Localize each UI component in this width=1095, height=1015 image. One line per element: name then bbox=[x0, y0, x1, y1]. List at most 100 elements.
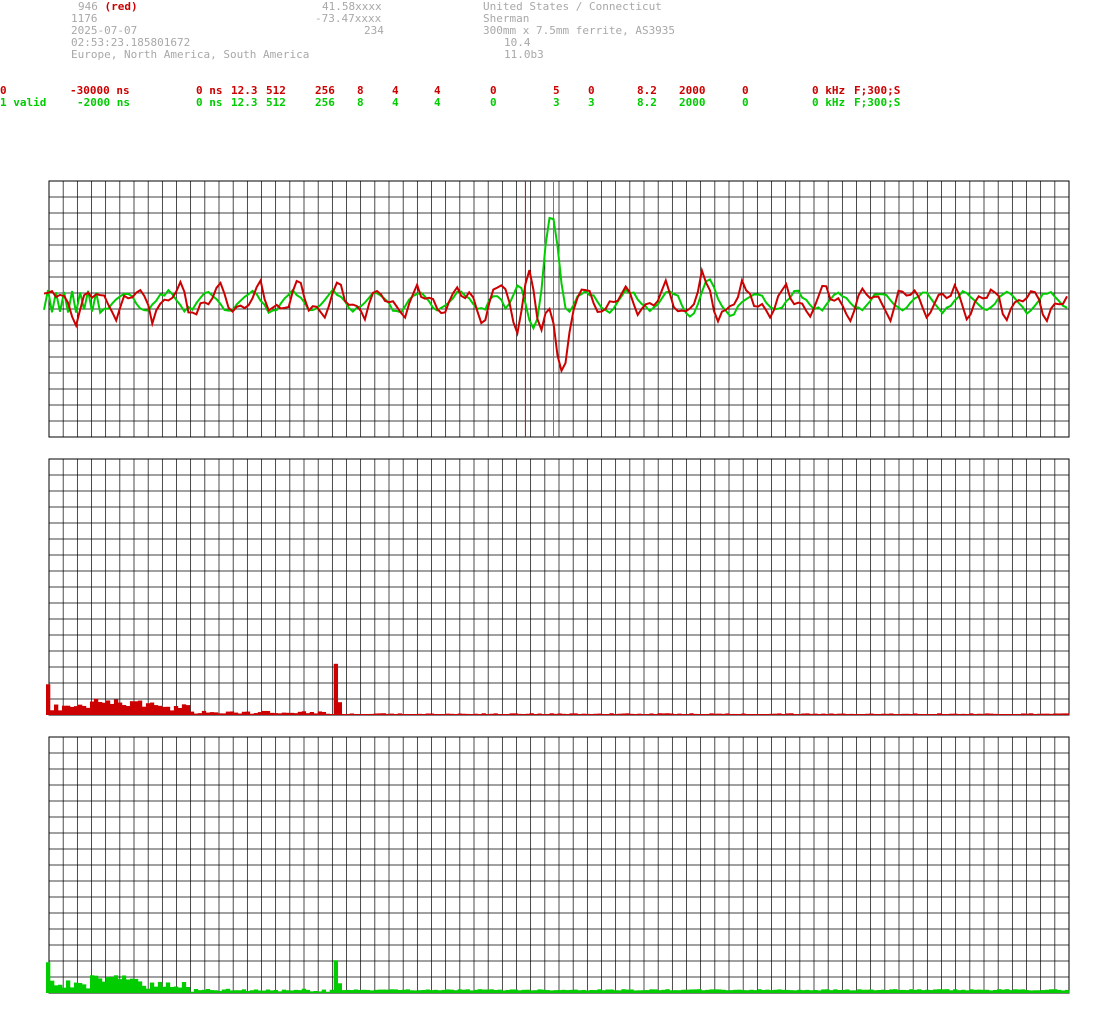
bar bbox=[673, 990, 678, 993]
bar bbox=[713, 713, 718, 715]
bar bbox=[601, 714, 606, 715]
bar bbox=[861, 714, 866, 715]
bar bbox=[477, 714, 482, 715]
bar bbox=[233, 712, 239, 715]
bar bbox=[557, 990, 562, 993]
bar bbox=[465, 989, 470, 993]
bar bbox=[393, 714, 398, 715]
bar bbox=[709, 989, 714, 993]
bar bbox=[845, 714, 850, 715]
bar bbox=[453, 990, 458, 993]
bar bbox=[101, 981, 107, 993]
bar bbox=[661, 713, 666, 715]
bar bbox=[973, 714, 978, 715]
bar bbox=[209, 990, 215, 993]
bar bbox=[53, 985, 59, 993]
bar bbox=[405, 714, 410, 715]
bar bbox=[853, 714, 858, 715]
bar bbox=[46, 684, 51, 715]
bar bbox=[897, 989, 902, 993]
bar bbox=[397, 713, 402, 715]
bar bbox=[485, 714, 490, 715]
bar bbox=[277, 713, 283, 715]
bar bbox=[781, 989, 786, 993]
bar bbox=[193, 713, 199, 715]
bar bbox=[69, 706, 75, 715]
bar bbox=[161, 706, 167, 715]
bar bbox=[1001, 714, 1006, 715]
bar bbox=[1065, 989, 1070, 993]
bar bbox=[901, 713, 906, 715]
bar bbox=[349, 713, 354, 715]
bar bbox=[681, 714, 686, 715]
bar bbox=[133, 978, 139, 993]
bar bbox=[493, 989, 498, 993]
bar bbox=[249, 713, 255, 715]
bar bbox=[669, 990, 674, 993]
bar bbox=[497, 989, 502, 993]
bar bbox=[821, 713, 826, 715]
bar bbox=[441, 714, 446, 715]
bar bbox=[341, 990, 347, 993]
bar bbox=[281, 989, 287, 993]
bar bbox=[961, 713, 966, 715]
bar bbox=[657, 713, 662, 715]
bar bbox=[569, 989, 574, 993]
bar bbox=[845, 989, 850, 993]
bar bbox=[369, 990, 374, 993]
bar bbox=[317, 991, 323, 993]
bar bbox=[97, 701, 103, 715]
bar bbox=[721, 989, 726, 993]
bar bbox=[77, 983, 83, 993]
bar bbox=[673, 714, 678, 715]
bar bbox=[885, 713, 890, 715]
bar bbox=[745, 990, 750, 993]
bar bbox=[753, 714, 758, 715]
bar bbox=[525, 989, 530, 993]
bar bbox=[633, 713, 638, 715]
bar bbox=[109, 703, 115, 715]
bar bbox=[149, 702, 155, 715]
bar bbox=[945, 989, 950, 993]
bar bbox=[269, 990, 275, 993]
bar bbox=[381, 989, 386, 993]
bar bbox=[141, 985, 147, 993]
bar bbox=[721, 713, 726, 715]
bar bbox=[929, 990, 934, 993]
bar bbox=[761, 714, 766, 715]
bar bbox=[621, 713, 626, 715]
bar bbox=[677, 990, 682, 993]
bar bbox=[401, 714, 406, 715]
bar bbox=[977, 989, 982, 993]
bar bbox=[941, 989, 946, 993]
bar bbox=[241, 989, 247, 993]
bar bbox=[893, 714, 898, 715]
bar bbox=[409, 990, 414, 993]
bar bbox=[177, 987, 183, 993]
bar bbox=[909, 989, 914, 993]
bar bbox=[113, 699, 119, 715]
bar bbox=[885, 990, 890, 993]
bar bbox=[73, 982, 79, 993]
bar bbox=[421, 989, 426, 993]
bar bbox=[1009, 990, 1014, 993]
bar bbox=[353, 714, 358, 715]
bar bbox=[385, 713, 390, 715]
bar bbox=[829, 990, 834, 993]
bar bbox=[685, 989, 690, 993]
bar bbox=[297, 990, 303, 993]
bar bbox=[777, 713, 782, 715]
bar bbox=[549, 990, 554, 993]
bar bbox=[737, 714, 742, 715]
bar bbox=[929, 714, 934, 715]
bar bbox=[277, 991, 283, 993]
bar bbox=[989, 713, 994, 715]
bar bbox=[169, 710, 175, 715]
bar bbox=[521, 714, 526, 715]
bar bbox=[1061, 990, 1066, 993]
bar bbox=[521, 989, 526, 993]
bar bbox=[489, 989, 494, 993]
bar bbox=[313, 713, 319, 715]
bar bbox=[73, 706, 79, 715]
bar bbox=[889, 713, 894, 715]
